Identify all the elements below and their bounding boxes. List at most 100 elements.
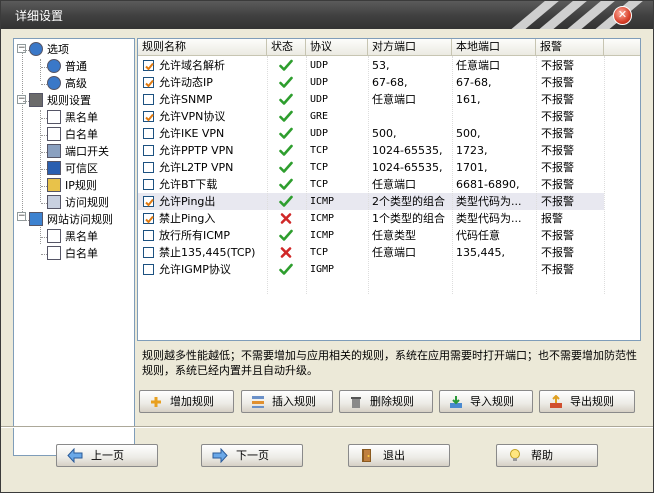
rule-enabled-checkbox[interactable] xyxy=(143,247,154,258)
rule-alarm: 不报警 xyxy=(541,246,574,259)
tree-connector xyxy=(41,203,47,204)
tree-node-label: 端口开关 xyxy=(65,145,109,158)
rule-local-port: 代码任意 xyxy=(456,229,500,242)
gear-icon xyxy=(29,42,43,56)
tree-node-4[interactable]: 黑名单 xyxy=(47,110,98,126)
settings-tree[interactable]: − − − 选项 普通 高级 规则设置 黑名单 白名单 端口开关 可信区 IP规则 访问规则 网站访… xyxy=(13,38,135,456)
rule-alarm: 不报警 xyxy=(541,195,574,208)
help-button[interactable]: 帮助 xyxy=(496,444,598,467)
rules-icon xyxy=(29,93,43,107)
tree-node-label: 黑名单 xyxy=(65,111,98,124)
allow-icon xyxy=(279,161,293,174)
close-button[interactable]: ✕ xyxy=(613,6,632,25)
gear-icon xyxy=(47,76,61,90)
tree-collapse-toggle[interactable]: − xyxy=(17,44,26,53)
tree-node-9[interactable]: 访问规则 xyxy=(47,195,109,211)
export-rules-button[interactable]: 导出规则 xyxy=(539,390,635,413)
table-row[interactable]: 允许L2TP VPN TCP 1024-65535, 1701, 不报警 xyxy=(138,159,604,176)
import-icon xyxy=(449,395,463,409)
rule-alarm: 不报警 xyxy=(541,144,574,157)
plus-icon xyxy=(149,395,163,409)
rule-name: 允许BT下载 xyxy=(159,178,218,191)
tree-collapse-toggle[interactable]: − xyxy=(17,95,26,104)
previous-page-button[interactable]: 上一页 xyxy=(56,444,158,467)
rule-enabled-checkbox[interactable] xyxy=(143,60,154,71)
table-row[interactable]: 允许SNMP UDP 任意端口 161, 不报警 xyxy=(138,91,604,108)
rule-name: 禁止Ping入 xyxy=(159,212,216,225)
column-header[interactable]: 状态 xyxy=(267,39,306,56)
table-row[interactable]: 允许IKE VPN UDP 500, 500, 不报警 xyxy=(138,125,604,142)
rule-enabled-checkbox[interactable] xyxy=(143,230,154,241)
add-rule-button[interactable]: 增加规则 xyxy=(139,390,234,413)
table-row[interactable]: 禁止Ping入 ICMP 1个类型的组合 类型代码为... 报警 xyxy=(138,210,604,227)
tree-node-3[interactable]: 规则设置 xyxy=(29,93,91,109)
deny-icon xyxy=(279,246,293,259)
table-row[interactable]: 允许Ping出 ICMP 2个类型的组合 类型代码为... 不报警 xyxy=(138,193,604,210)
tree-node-8[interactable]: IP规则 xyxy=(47,178,97,194)
table-row[interactable]: 允许PPTP VPN TCP 1024-65535, 1723, 不报警 xyxy=(138,142,604,159)
tree-node-10[interactable]: 网站访问规则 xyxy=(29,212,113,228)
rule-enabled-checkbox[interactable] xyxy=(143,196,154,207)
gear-icon xyxy=(47,59,61,73)
tree-connector xyxy=(41,67,47,68)
rule-name: 允许SNMP xyxy=(159,93,213,106)
tree-node-12[interactable]: 白名单 xyxy=(47,246,98,262)
title-bar[interactable]: 详细设置 ✕ xyxy=(1,1,653,29)
tree-node-0[interactable]: 选项 xyxy=(29,42,69,58)
rule-alarm: 不报警 xyxy=(541,127,574,140)
column-header[interactable]: 协议 xyxy=(306,39,368,56)
column-header[interactable]: 对方端口 xyxy=(368,39,452,56)
table-row[interactable]: 允许BT下载 TCP 任意端口 6681-6890, 不报警 xyxy=(138,176,604,193)
rule-enabled-checkbox[interactable] xyxy=(143,264,154,275)
rule-local-port: 1723, xyxy=(456,144,488,157)
tree-connector xyxy=(41,118,47,119)
insert-rule-button[interactable]: 插入规则 xyxy=(241,390,333,413)
rule-enabled-checkbox[interactable] xyxy=(143,145,154,156)
column-header[interactable]: 规则名称 xyxy=(138,39,267,56)
checkmark-icon xyxy=(145,215,154,224)
rule-name: 禁止135,445(TCP) xyxy=(159,246,256,259)
exit-button[interactable]: 退出 xyxy=(348,444,450,467)
tree-node-5[interactable]: 白名单 xyxy=(47,127,98,143)
column-separator xyxy=(306,56,307,294)
tree-node-7[interactable]: 可信区 xyxy=(47,161,98,177)
insert-icon xyxy=(251,395,265,409)
column-header[interactable]: 报警 xyxy=(536,39,604,56)
rule-enabled-checkbox[interactable] xyxy=(143,77,154,88)
rule-remote-port: 67-68, xyxy=(372,76,408,89)
tree-connector xyxy=(23,50,29,51)
rule-name: 放行所有ICMP xyxy=(159,229,231,242)
allow-icon xyxy=(279,76,293,89)
button-label: 导出规则 xyxy=(570,395,614,408)
tree-connector xyxy=(41,84,47,85)
help-bulb-icon xyxy=(507,448,523,463)
tree-connector xyxy=(41,169,47,170)
rule-enabled-checkbox[interactable] xyxy=(143,94,154,105)
rule-enabled-checkbox[interactable] xyxy=(143,111,154,122)
rule-enabled-checkbox[interactable] xyxy=(143,162,154,173)
import-rules-button[interactable]: 导入规则 xyxy=(439,390,533,413)
rule-remote-port: 1024-65535, xyxy=(372,161,443,174)
next-page-button[interactable]: 下一页 xyxy=(201,444,303,467)
column-separator xyxy=(267,56,268,294)
tree-node-1[interactable]: 普通 xyxy=(47,59,87,75)
table-row[interactable]: 放行所有ICMP ICMP 任意类型 代码任意 不报警 xyxy=(138,227,604,244)
rule-remote-port: 任意端口 xyxy=(372,93,416,106)
table-row[interactable]: 禁止135,445(TCP) TCP 任意端口 135,445, 不报警 xyxy=(138,244,604,261)
table-row[interactable]: 允许IGMP协议 IGMP 不报警 xyxy=(138,261,604,278)
rule-enabled-checkbox[interactable] xyxy=(143,128,154,139)
table-row[interactable]: 允许动态IP UDP 67-68, 67-68, 不报警 xyxy=(138,74,604,91)
delete-rule-button[interactable]: 删除规则 xyxy=(339,390,433,413)
tree-node-6[interactable]: 端口开关 xyxy=(47,144,109,160)
rule-protocol: TCP xyxy=(310,162,329,173)
column-header[interactable]: 本地端口 xyxy=(452,39,536,56)
table-row[interactable]: 允许VPN协议 GRE 不报警 xyxy=(138,108,604,125)
rule-local-port xyxy=(456,108,536,125)
rule-enabled-checkbox[interactable] xyxy=(143,179,154,190)
table-row[interactable]: 允许域名解析 UDP 53, 任意端口 不报警 xyxy=(138,57,604,74)
tree-node-11[interactable]: 黑名单 xyxy=(47,229,98,245)
settings-window: 详细设置 ✕ − − − 选项 普通 高级 规则设置 黑名单 白名单 端口开关 可信区 IP规则… xyxy=(0,0,654,493)
tree-node-2[interactable]: 高级 xyxy=(47,76,87,92)
rule-local-port: 67-68, xyxy=(456,76,492,89)
rule-enabled-checkbox[interactable] xyxy=(143,213,154,224)
